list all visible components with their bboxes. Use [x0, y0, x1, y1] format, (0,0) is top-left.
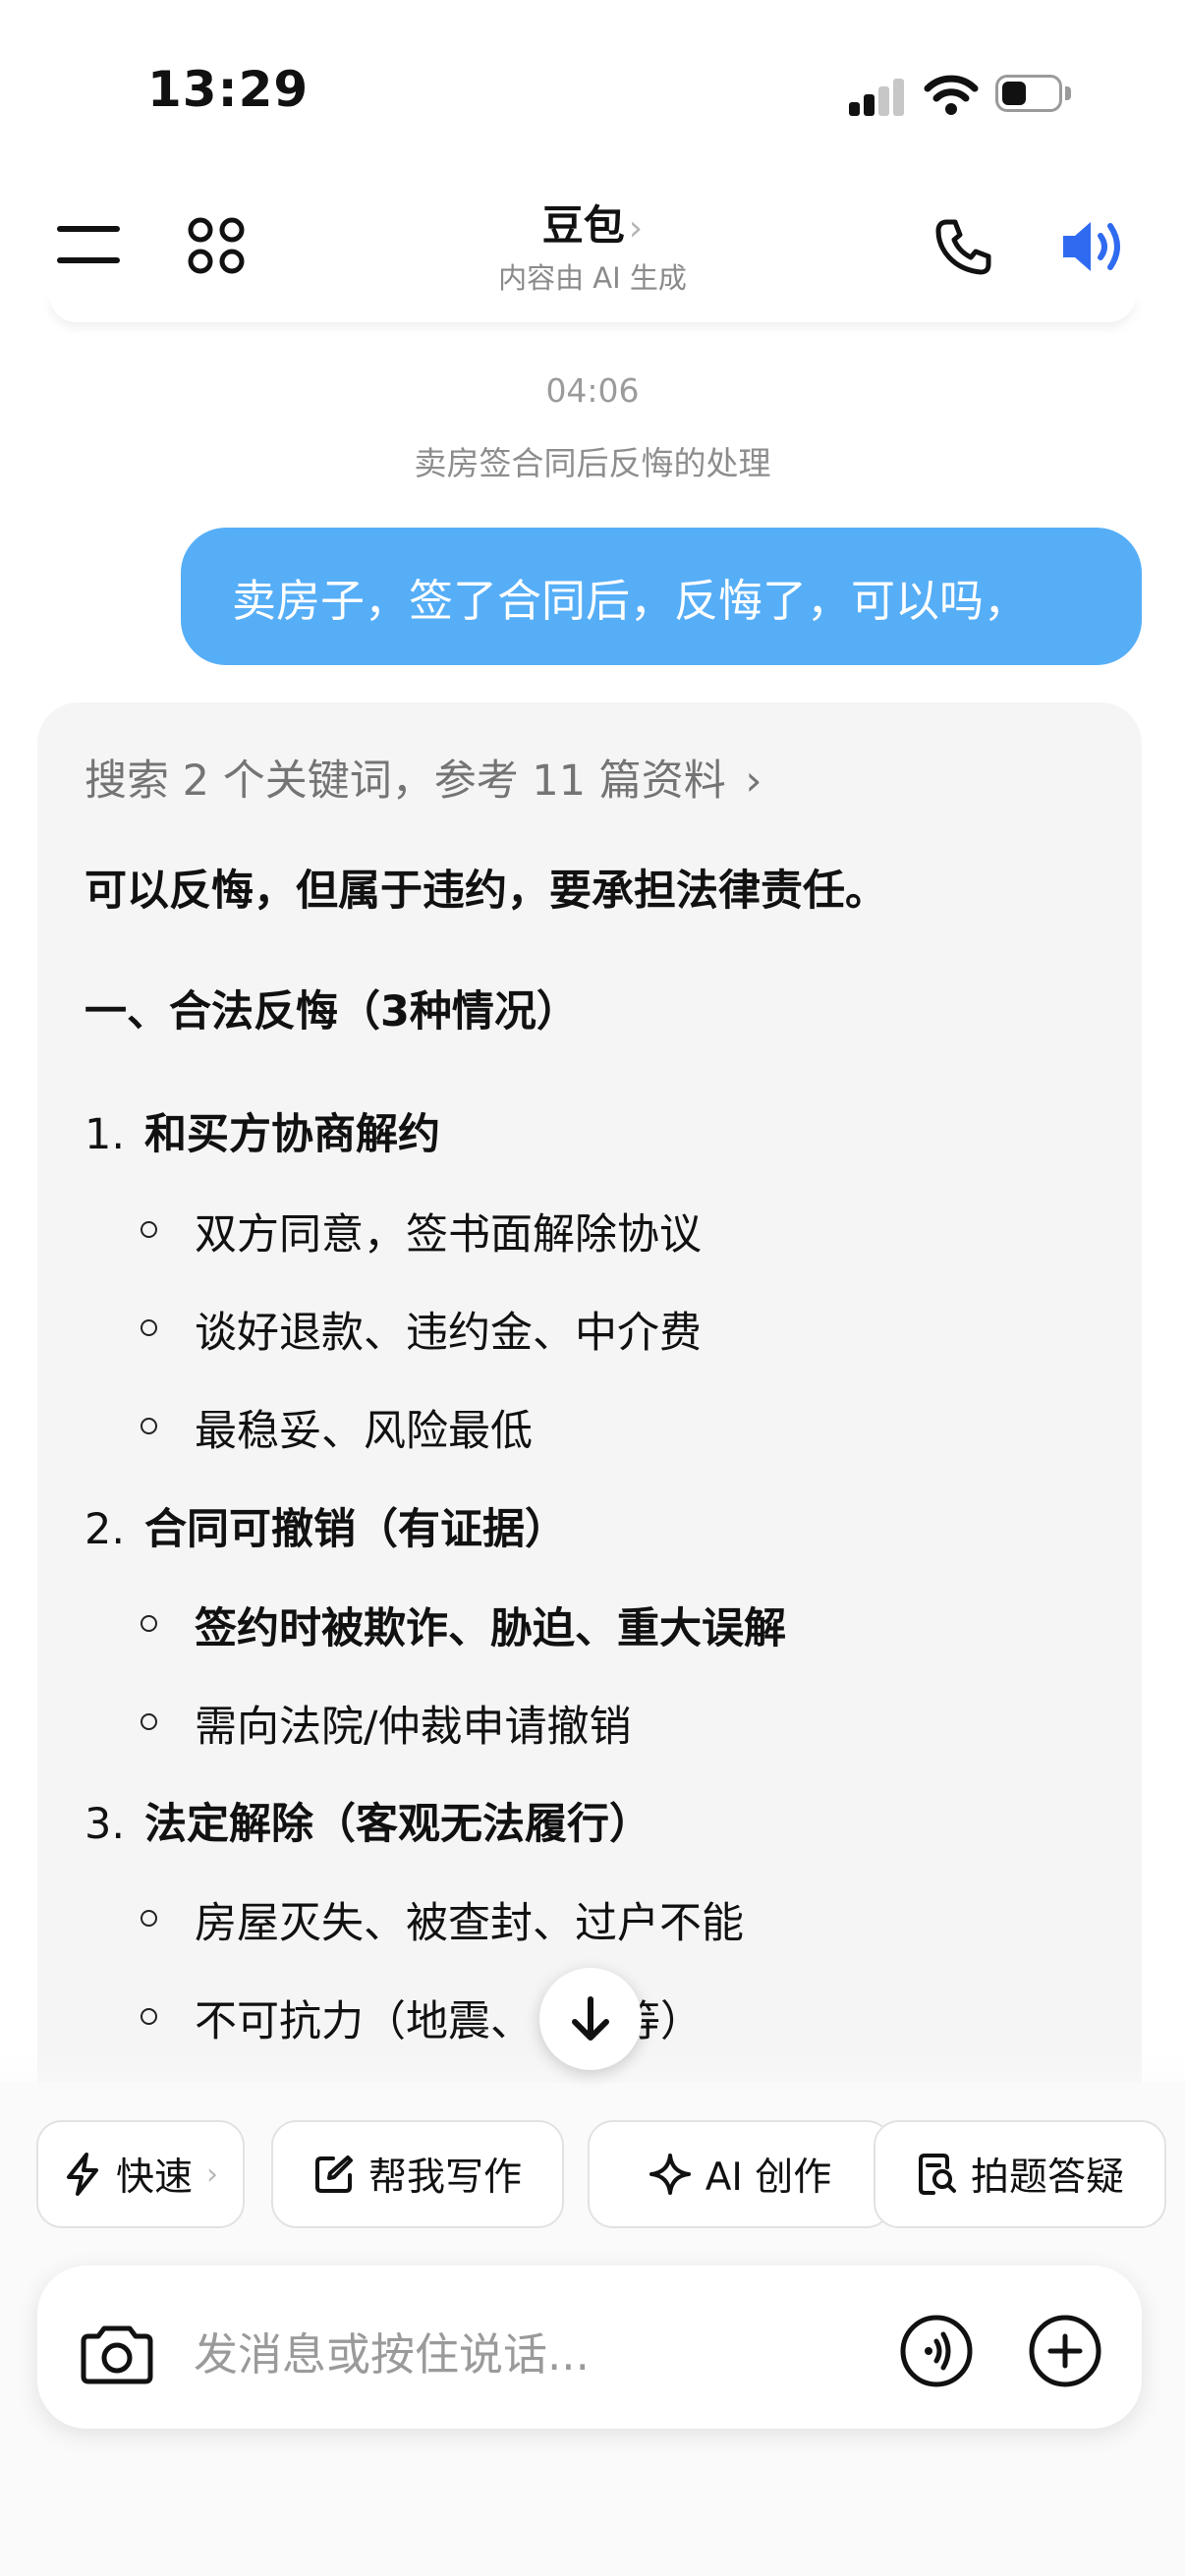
list-item-heading: 1. 和买方协商解约 — [85, 1100, 440, 1161]
list-subitem-part: 不可抗力（地震、 — [195, 1997, 533, 2046]
quick-action-label: 拍题答疑 — [970, 2156, 1124, 2200]
scroll-to-bottom-button[interactable] — [539, 1968, 642, 2070]
user-message-text: 卖房子，签了合同后，反悔了，可以吗， — [232, 574, 1029, 627]
list-subitem: 最稳妥、风险最低 — [195, 1407, 533, 1456]
quick-action-label: AI 创作 — [705, 2156, 832, 2200]
list-item-title: 和买方协商解约 — [144, 1110, 441, 1159]
quick-action-writing[interactable]: 帮我写作 — [271, 2120, 564, 2228]
quick-action-photo-question[interactable]: 拍题答疑 — [874, 2120, 1166, 2228]
list-subitem: 签约时被欺诈、胁迫、重大误解 — [195, 1604, 786, 1653]
list-item-title: 法定解除（客观无法履行） — [144, 1800, 652, 1849]
arrow-down-icon — [572, 1996, 609, 2041]
list-number: 3. — [85, 1800, 126, 1849]
bullet-icon — [141, 1221, 157, 1238]
sparkle-icon — [649, 2154, 691, 2195]
search-summary-link[interactable]: 搜索 2 个关键词，参考 11 篇资料 › — [85, 747, 762, 808]
list-item-heading: 3. 法定解除（客观无法履行） — [85, 1790, 651, 1851]
bullet-icon — [141, 1713, 157, 1730]
lightning-icon — [66, 2153, 98, 2196]
phone-icon[interactable] — [933, 216, 994, 277]
chevron-right-icon: › — [628, 208, 644, 249]
chevron-right-icon: › — [745, 756, 762, 806]
scan-question-icon — [918, 2154, 956, 2195]
edit-icon — [314, 2156, 353, 2193]
signal-icon — [849, 77, 906, 116]
chat-topic: 卖房签合同后反悔的处理 — [414, 444, 771, 482]
ai-section-heading: 一、合法反悔（3种情况） — [85, 987, 579, 1036]
list-subitem: 房屋灭失、被查封、过户不能 — [195, 1899, 744, 1948]
voice-wave-icon[interactable] — [899, 2314, 974, 2388]
status-time: 13:29 — [147, 61, 310, 118]
header-divider — [49, 295, 1136, 322]
chat-title[interactable]: 豆包 › — [0, 193, 1185, 252]
bullet-icon — [141, 1418, 157, 1434]
user-message-bubble[interactable]: 卖房子，签了合同后，反悔了，可以吗， — [181, 528, 1142, 665]
quick-action-label: 快速 — [115, 2156, 193, 2200]
chevron-right-icon: › — [206, 2156, 218, 2192]
list-item-heading: 2. 合同可撤销（有证据） — [85, 1495, 567, 1556]
battery-icon — [995, 75, 1072, 114]
chat-title-text: 豆包 — [541, 201, 625, 250]
quick-action-fast[interactable]: 快速 › — [36, 2120, 245, 2228]
speaker-icon[interactable] — [1057, 214, 1128, 279]
list-number: 2. — [85, 1505, 126, 1554]
bullet-icon — [141, 1910, 157, 1927]
ai-lead-sentence: 可以反悔，但属于违约，要承担法律责任。 — [85, 867, 887, 916]
message-input[interactable]: 发消息或按住说话... — [194, 2319, 590, 2382]
list-subitem: 需向法院/仲裁申请撤销 — [195, 1703, 632, 1752]
quick-action-ai-create[interactable]: AI 创作 — [588, 2120, 892, 2228]
list-item-title: 合同可撤销（有证据） — [144, 1505, 568, 1554]
camera-icon[interactable] — [81, 2321, 153, 2385]
quick-action-label: 帮我写作 — [367, 2156, 522, 2200]
bullet-icon — [141, 1615, 157, 1632]
wifi-icon — [924, 75, 979, 115]
bullet-icon — [141, 1319, 157, 1336]
list-subitem: 谈好退款、违约金、中介费 — [195, 1309, 702, 1358]
list-subitem: 双方同意，签书面解除协议 — [195, 1210, 702, 1260]
chat-subtitle: 内容由 AI 生成 — [498, 261, 687, 295]
chat-timestamp: 04:06 — [545, 371, 640, 410]
plus-icon[interactable] — [1028, 2314, 1102, 2388]
bullet-icon — [141, 2008, 157, 2025]
search-summary-text: 搜索 2 个关键词，参考 11 篇资料 — [85, 756, 726, 806]
list-number: 1. — [85, 1110, 126, 1159]
